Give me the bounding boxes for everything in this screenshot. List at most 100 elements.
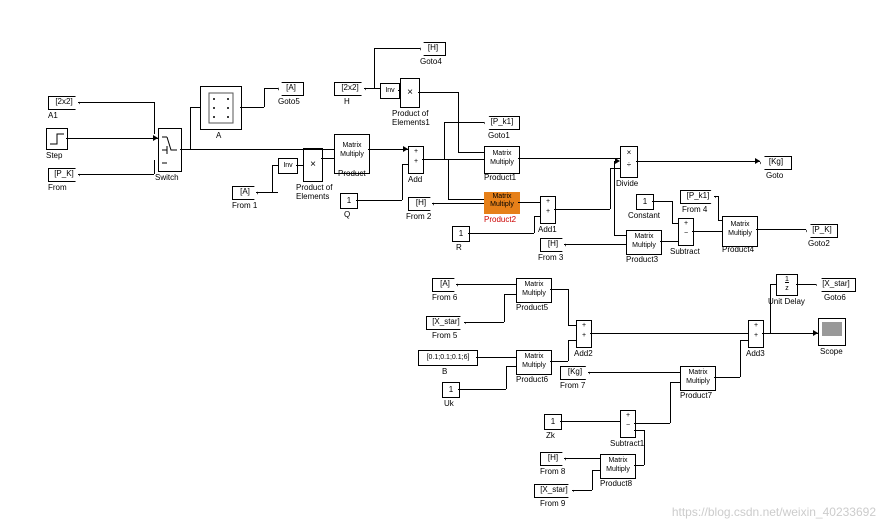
from8[interactable]: [H] (540, 452, 566, 466)
from-PK[interactable]: [P_K] (48, 168, 80, 182)
from1[interactable]: [A] (232, 186, 258, 200)
product[interactable]: Matrix Multiply (334, 134, 370, 174)
label-Add3: Add3 (746, 349, 765, 358)
product7[interactable]: Matrix Multiply (680, 366, 716, 391)
label-From6: From 6 (432, 293, 457, 302)
label-Goto2: Goto2 (808, 239, 830, 248)
label-Subtract1: Subtract1 (610, 439, 644, 448)
label-From2: From 2 (406, 212, 431, 221)
const-B[interactable]: [0.1;0.1;0.1;6] (418, 350, 478, 366)
label-Goto5: Goto5 (278, 97, 300, 106)
diagram-canvas[interactable]: [2x2] A1 Step [P_K] From Switch A [A] Go… (0, 0, 884, 523)
const-R[interactable]: 1 (452, 226, 470, 242)
label-H: H (344, 97, 350, 106)
from9[interactable]: [X_star] (534, 484, 574, 498)
from-PK-text: [P_K] (54, 169, 74, 178)
product2[interactable]: Matrix Multiply (484, 192, 520, 214)
label-Product1: Product1 (484, 173, 516, 182)
from-H-text: [2x2] (341, 83, 358, 92)
product8[interactable]: Matrix Multiply (600, 454, 636, 479)
add[interactable]: ++ (408, 146, 424, 174)
goto[interactable]: [Kg] (760, 156, 792, 170)
label-A1: A1 (48, 111, 58, 120)
label-Product5: Product5 (516, 303, 548, 312)
product4[interactable]: Matrix Multiply (722, 216, 758, 247)
label-Q: Q (344, 210, 350, 219)
label-From5: From 5 (432, 331, 457, 340)
goto4[interactable]: [H] (420, 42, 446, 56)
from7[interactable]: [Kg] (560, 366, 590, 380)
switch[interactable] (158, 128, 182, 172)
label-Product6: Product6 (516, 375, 548, 384)
from5-text: [X_star] (432, 317, 460, 326)
label-Product4: Product4 (722, 245, 754, 254)
step-icon (47, 129, 67, 149)
product6[interactable]: Matrix Multiply (516, 350, 552, 375)
product1[interactable]: Matrix Multiply (484, 146, 520, 174)
inv[interactable]: Inv (278, 158, 298, 174)
divide[interactable]: ×÷ (620, 146, 638, 178)
from3-text: [H] (548, 239, 558, 248)
label-From8: From 8 (540, 467, 565, 476)
label-Goto6: Goto6 (824, 293, 846, 302)
add3[interactable]: ++ (748, 320, 764, 348)
subsystem-A[interactable] (200, 86, 242, 130)
label-A: A (216, 131, 221, 140)
label-Add1: Add1 (538, 225, 557, 234)
const-Uk[interactable]: 1 (442, 382, 460, 398)
unitdelay[interactable]: 1z (776, 274, 798, 296)
label-From7: From 7 (560, 381, 585, 390)
const-Q[interactable]: 1 (340, 193, 358, 209)
scope-screen-icon (822, 322, 842, 336)
add1[interactable]: ++ (540, 196, 556, 224)
goto-text: [Kg] (769, 157, 783, 166)
label-Divide: Divide (616, 179, 638, 188)
from3[interactable]: [H] (540, 238, 566, 252)
label-Product7: Product7 (680, 391, 712, 400)
goto5-text: [A] (286, 83, 296, 92)
product5[interactable]: Matrix Multiply (516, 278, 552, 303)
label-Constant: Constant (628, 211, 660, 220)
goto1[interactable]: [P_k1] (484, 116, 520, 130)
from4[interactable]: [P_k1] (680, 190, 716, 204)
inv1[interactable]: Inv (380, 83, 400, 99)
goto6-text: [X_star] (822, 279, 850, 288)
from6[interactable]: [A] (432, 278, 458, 292)
step-block[interactable] (46, 128, 68, 150)
label-Goto: Goto (766, 171, 783, 180)
goto6[interactable]: [X_star] (816, 278, 856, 292)
label-Goto1: Goto1 (488, 131, 510, 140)
prodofelem1[interactable]: × (400, 78, 420, 108)
goto2-text: [P_K] (812, 225, 832, 234)
goto4-text: [H] (428, 43, 438, 52)
label-From: From (48, 183, 67, 192)
from-A1[interactable]: [2x2] (48, 96, 80, 110)
label-Product8: Product8 (600, 479, 632, 488)
label-Step: Step (46, 151, 62, 160)
label-From1: From 1 (232, 201, 257, 210)
from9-text: [X_star] (540, 485, 568, 494)
from2[interactable]: [H] (408, 197, 434, 211)
subsystem-A-icon (201, 87, 241, 129)
goto5[interactable]: [A] (278, 82, 304, 96)
product3[interactable]: Matrix Multiply (626, 230, 662, 255)
prodofelem[interactable]: × (303, 148, 323, 182)
goto2[interactable]: [P_K] (806, 224, 838, 238)
from2-text: [H] (416, 198, 426, 207)
from4-text: [P_k1] (687, 191, 710, 200)
from-A1-text: [2x2] (55, 97, 72, 106)
label-Product3: Product3 (626, 255, 658, 264)
from5[interactable]: [X_star] (426, 316, 466, 330)
from-H[interactable]: [2x2] (334, 82, 366, 96)
watermark: https://blog.csdn.net/weixin_40233692 (672, 505, 876, 519)
label-From9: From 9 (540, 499, 565, 508)
subtract[interactable]: +− (678, 218, 694, 246)
const[interactable]: 1 (636, 194, 654, 210)
scope[interactable] (818, 318, 846, 346)
const-Zk[interactable]: 1 (544, 414, 562, 430)
label-Switch: Switch (155, 173, 179, 182)
label-Scope: Scope (820, 347, 843, 356)
add2[interactable]: ++ (576, 320, 592, 348)
subtract1[interactable]: +− (620, 410, 636, 438)
from7-text: [Kg] (568, 367, 582, 376)
